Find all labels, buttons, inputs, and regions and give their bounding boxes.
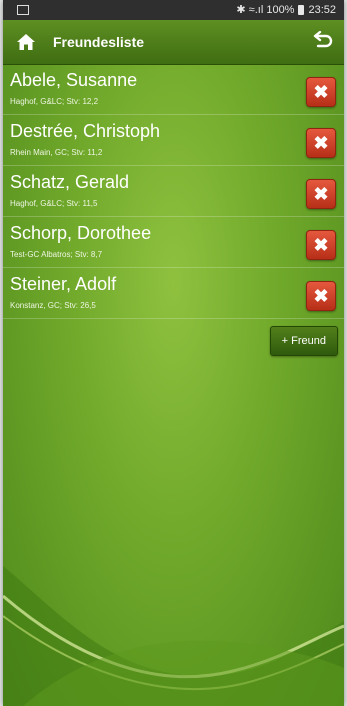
battery-icon [298,4,305,15]
delete-friend-button[interactable]: ✖ [306,230,336,260]
delete-friend-button[interactable]: ✖ [306,77,336,107]
status-indicators: ✱ ≈.ıl 100% 23:52 [236,3,336,17]
status-time: 23:52 [308,3,336,16]
status-bar: ✱ ≈.ıl 100% 23:52 [3,0,344,20]
background-waves [3,566,344,706]
friend-detail: Test-GC Albatros; Stv: 8,7 [10,250,103,259]
friend-name: Abele, Susanne [10,70,138,90]
app-header: Freundesliste [3,20,344,65]
page-title: Freundesliste [53,34,145,50]
delete-friend-button[interactable]: ✖ [306,128,336,158]
friend-list: Abele, Susanne Haghof, G&LC; Stv: 12,2 ✖… [3,64,344,319]
friend-name: Destrée, Christoph [10,121,161,141]
friend-name: Steiner, Adolf [10,274,117,294]
friend-row[interactable]: Schorp, Dorothee Test-GC Albatros; Stv: … [3,217,344,268]
friend-row[interactable]: Destrée, Christoph Rhein Main, GC; Stv: … [3,115,344,166]
image-notification-icon [17,5,29,15]
friend-name: Schorp, Dorothee [10,223,152,243]
phone-screen: ✱ ≈.ıl 100% 23:52 Freundesliste Abele, S… [3,0,344,706]
delete-friend-button[interactable]: ✖ [306,281,336,311]
friend-row[interactable]: Steiner, Adolf Konstanz, GC; Stv: 26,5 ✖ [3,268,344,319]
friend-row[interactable]: Schatz, Gerald Haghof, G&LC; Stv: 11,5 ✖ [3,166,344,217]
status-signal-text: ✱ ≈.ıl 100% [236,4,295,16]
delete-friend-button[interactable]: ✖ [306,179,336,209]
friend-detail: Konstanz, GC; Stv: 26,5 [10,301,96,310]
home-icon[interactable] [16,32,36,52]
friend-detail: Rhein Main, GC; Stv: 11,2 [10,148,103,157]
friend-name: Schatz, Gerald [10,172,130,192]
undo-arrow-icon[interactable] [312,31,334,53]
add-friend-button[interactable]: + Freund [269,326,338,356]
friend-row[interactable]: Abele, Susanne Haghof, G&LC; Stv: 12,2 ✖ [3,64,344,115]
friend-detail: Haghof, G&LC; Stv: 11,5 [10,199,98,208]
friend-detail: Haghof, G&LC; Stv: 12,2 [10,97,99,106]
